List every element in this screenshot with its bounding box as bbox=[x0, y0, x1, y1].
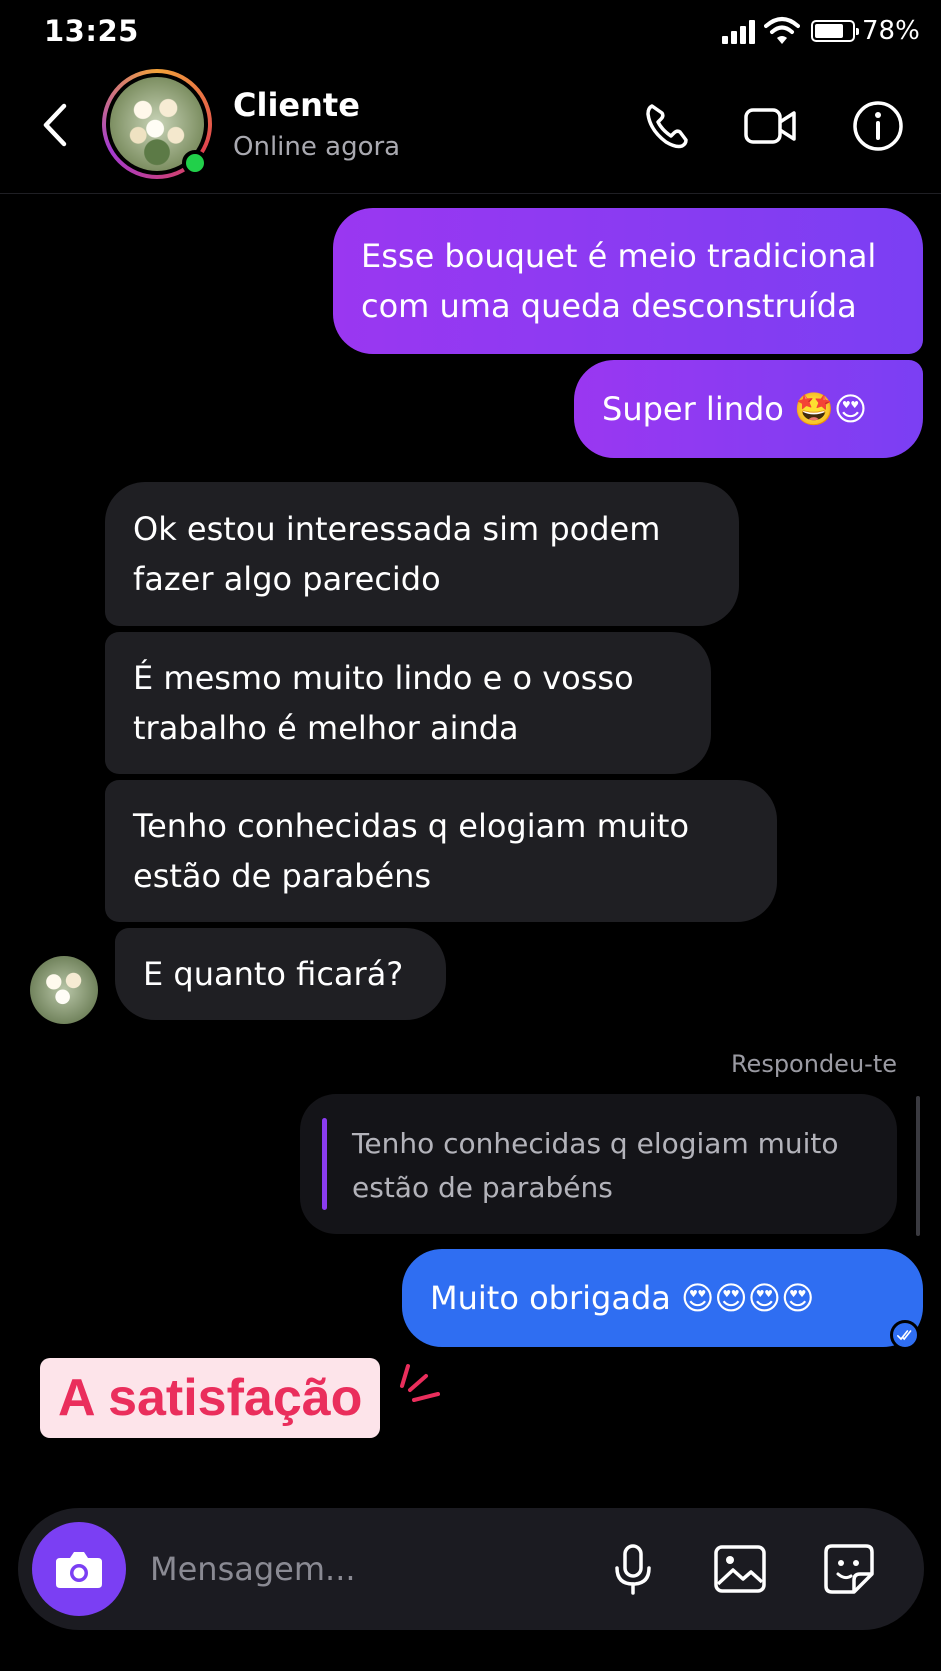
message-outgoing[interactable]: Esse bouquet é meio tradicional com uma … bbox=[333, 208, 923, 354]
battery-percent: 78% bbox=[862, 16, 920, 46]
status-bar: 13:25 78% bbox=[0, 0, 941, 62]
gallery-icon[interactable] bbox=[709, 1538, 771, 1600]
replied-label: Respondeu-te bbox=[730, 1050, 897, 1078]
wifi-icon bbox=[764, 17, 800, 44]
sticker-icon[interactable] bbox=[818, 1538, 880, 1600]
quote-bar bbox=[322, 1118, 327, 1210]
message-text: É mesmo muito lindo e o vosso trabalho é… bbox=[133, 659, 634, 747]
phone-icon[interactable] bbox=[640, 98, 696, 154]
clock: 13:25 bbox=[44, 14, 139, 48]
quoted-message[interactable]: Tenho conhecidas q elogiam muito estão d… bbox=[300, 1094, 897, 1234]
message-incoming[interactable]: É mesmo muito lindo e o vosso trabalho é… bbox=[105, 632, 711, 774]
chat-header: Cliente Online agora bbox=[0, 62, 941, 194]
camera-button[interactable] bbox=[32, 1522, 126, 1616]
contact-status: Online agora bbox=[233, 132, 401, 162]
contact-name[interactable]: Cliente bbox=[233, 86, 360, 124]
message-text: Esse bouquet é meio tradicional com uma … bbox=[361, 237, 877, 325]
seen-check-icon bbox=[890, 1320, 920, 1350]
signal-icon bbox=[722, 20, 756, 44]
back-icon[interactable] bbox=[36, 100, 76, 150]
scroll-indicator bbox=[916, 1096, 920, 1236]
battery-icon bbox=[811, 20, 859, 42]
message-input[interactable] bbox=[150, 1538, 570, 1600]
message-text: Tenho conhecidas q elogiam muito estão d… bbox=[133, 807, 690, 895]
message-outgoing[interactable]: Super lindo 🤩😍 bbox=[574, 360, 923, 458]
sparkle-icon bbox=[400, 1364, 440, 1402]
quoted-text: Tenho conhecidas q elogiam muito estão d… bbox=[352, 1127, 839, 1204]
caption-overlay: A satisfação bbox=[40, 1358, 381, 1438]
sender-avatar[interactable] bbox=[30, 956, 98, 1024]
message-text: E quanto ficará? bbox=[143, 955, 404, 993]
message-incoming[interactable]: Ok estou interessada sim podem fazer alg… bbox=[105, 482, 739, 626]
message-reply[interactable]: Muito obrigada 😍😍😍😍 bbox=[402, 1249, 923, 1347]
microphone-icon[interactable] bbox=[602, 1538, 664, 1600]
message-composer bbox=[18, 1508, 924, 1630]
message-incoming[interactable]: E quanto ficará? bbox=[115, 928, 446, 1020]
video-call-icon[interactable] bbox=[742, 98, 798, 154]
message-text: Super lindo 🤩😍 bbox=[602, 390, 868, 428]
message-incoming[interactable]: Tenho conhecidas q elogiam muito estão d… bbox=[105, 780, 777, 922]
message-text: Ok estou interessada sim podem fazer alg… bbox=[133, 510, 661, 598]
camera-icon bbox=[56, 1552, 102, 1588]
info-icon[interactable] bbox=[850, 98, 906, 154]
message-text: Muito obrigada 😍😍😍😍 bbox=[430, 1279, 815, 1317]
online-indicator bbox=[182, 150, 208, 176]
